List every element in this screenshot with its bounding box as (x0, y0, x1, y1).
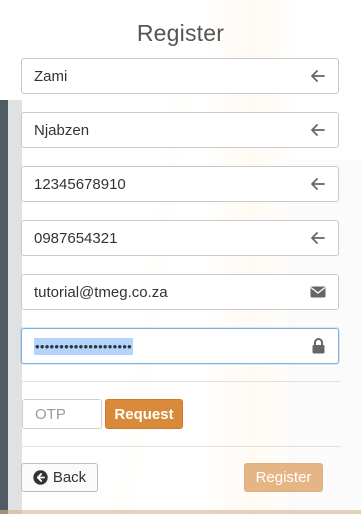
request-otp-button[interactable]: Request (105, 399, 183, 429)
arrow-left-icon (298, 221, 338, 255)
phone-input[interactable] (22, 221, 304, 255)
first-name-field[interactable] (21, 58, 339, 94)
first-name-input[interactable] (22, 59, 304, 93)
arrow-left-icon (298, 113, 338, 147)
last-name-field[interactable] (21, 112, 339, 148)
email-field[interactable] (21, 274, 339, 310)
divider (21, 381, 341, 382)
page-title: Register (136, 20, 225, 46)
back-button-label: Back (52, 469, 87, 486)
password-field[interactable]: •••••••••••••••••••• (21, 328, 339, 364)
id-number-field[interactable] (21, 166, 339, 202)
bottom-accent-bar (0, 510, 361, 514)
arrow-left-icon (298, 167, 338, 201)
register-button[interactable]: Register (244, 463, 323, 492)
back-button[interactable]: Back (21, 463, 98, 492)
email-input[interactable] (22, 275, 304, 309)
last-name-input[interactable] (22, 113, 304, 147)
otp-input[interactable] (23, 400, 101, 428)
envelope-icon (298, 275, 338, 309)
lock-icon (298, 329, 338, 363)
phone-field[interactable] (21, 220, 339, 256)
arrow-left-icon (298, 59, 338, 93)
otp-field[interactable] (22, 399, 102, 429)
divider (21, 446, 341, 447)
circle-arrow-left-icon (33, 470, 48, 485)
password-masked-value[interactable]: •••••••••••••••••••• (34, 338, 134, 355)
id-number-input[interactable] (22, 167, 304, 201)
